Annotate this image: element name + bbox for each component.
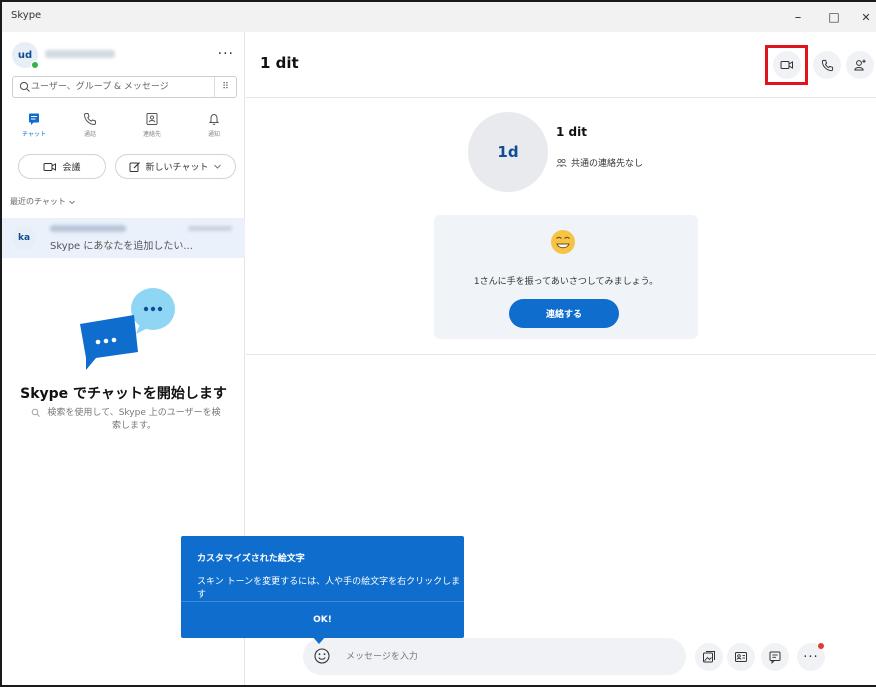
profile-more-button[interactable]: ···: [218, 46, 234, 62]
tip-ok-button[interactable]: OK!: [181, 602, 464, 638]
compose-icon: [129, 161, 140, 172]
phone-icon: [83, 113, 96, 126]
chevron-down-icon: [69, 200, 76, 204]
search-box[interactable]: ⠿: [12, 76, 237, 98]
tab-notifications[interactable]: 通知: [192, 110, 236, 150]
dialpad-icon[interactable]: ⠿: [214, 77, 236, 97]
tip-pointer: [312, 636, 326, 644]
empty-state-subtitle-text: 検索を使用して、Skype 上のユーザーを検索します。: [47, 408, 221, 431]
profile-name-redacted: [45, 50, 115, 58]
audio-call-button[interactable]: [813, 51, 841, 79]
message-composer[interactable]: [303, 638, 686, 675]
contact-card-icon: [735, 652, 747, 662]
search-icon: [31, 408, 40, 417]
tab-contacts-label: 連絡先: [142, 131, 161, 138]
wave-emoji-icon[interactable]: [550, 229, 576, 255]
chat-list-item[interactable]: ka Skype にあなたを追加したい...: [2, 218, 245, 258]
more-options-label: ···: [803, 649, 819, 665]
contacts-icon: [146, 113, 158, 125]
phone-icon: [821, 59, 833, 71]
empty-state-title: Skype でチャットを開始します: [20, 386, 227, 402]
video-icon: [43, 162, 57, 171]
chevron-down-icon: [214, 164, 222, 169]
emoji-tip-popup: カスタマイズされた絵文字 スキン トーンを変更するには、人や手の絵文字を右クリッ…: [181, 536, 464, 644]
nav-tabs: チャット 通話 連絡先 通知: [12, 110, 237, 150]
minimize-button[interactable]: –: [780, 2, 816, 32]
tip-body: スキン トーンを変更するには、人や手の絵文字を右クリックします: [197, 577, 461, 600]
new-chat-label: 新しいチャット: [145, 163, 209, 173]
more-options-button[interactable]: ···: [797, 643, 825, 671]
search-input[interactable]: [31, 79, 211, 95]
meeting-label: 会議: [62, 163, 81, 173]
wave-card: 1さんに手を振ってあいさつしてみましょう。 連絡する: [434, 215, 698, 339]
contact-button[interactable]: 連絡する: [509, 299, 619, 328]
tip-title: カスタマイズされた絵文字: [197, 554, 305, 564]
add-people-button[interactable]: [846, 51, 874, 79]
chat-icon: [29, 113, 39, 125]
chat-icon: [769, 651, 781, 664]
people-icon: [556, 158, 567, 167]
chat-contact-name-redacted: [50, 225, 126, 232]
bell-icon: [208, 113, 220, 125]
notification-dot: [818, 643, 824, 649]
mutual-contacts: 共通の連絡先なし: [556, 156, 643, 169]
tab-contacts[interactable]: 連絡先: [130, 110, 174, 150]
profile-header[interactable]: ud ···: [12, 42, 234, 70]
recent-chats-label: 最近のチャット: [10, 197, 66, 206]
meeting-button[interactable]: 会議: [18, 154, 106, 179]
tab-chats-label: チャット: [22, 131, 46, 138]
emoji-icon[interactable]: [313, 647, 331, 665]
new-chat-button[interactable]: 新しいチャット: [115, 154, 236, 179]
conversation-title: 1 dit: [260, 54, 299, 72]
tab-notifications-label: 通知: [207, 131, 220, 138]
message-input[interactable]: [346, 648, 646, 665]
gallery-button[interactable]: [695, 643, 723, 671]
contact-name[interactable]: 1 dit: [556, 125, 587, 139]
title-bar: Skype – □ ✕: [2, 2, 876, 32]
chat-timestamp-redacted: [188, 226, 232, 231]
empty-state-subtitle: 検索を使用して、Skype 上のユーザーを検索します。: [31, 407, 224, 433]
wave-prompt: 1さんに手を振ってあいさつしてみましょう。: [473, 277, 659, 287]
send-contact-button[interactable]: [727, 643, 755, 671]
skype-window: Skype – □ ✕ ud ··· ⠿: [0, 0, 876, 687]
mutual-contacts-text: 共通の連絡先なし: [571, 159, 644, 169]
chat-bubbles-illustration: [80, 288, 175, 370]
close-button[interactable]: ✕: [848, 2, 876, 32]
add-person-icon: [854, 59, 866, 71]
tab-calls-label: 通話: [83, 131, 96, 138]
presence-online-indicator: [31, 61, 39, 69]
divider: [246, 354, 876, 355]
tab-calls[interactable]: 通話: [68, 110, 112, 150]
maximize-button[interactable]: □: [816, 2, 852, 32]
video-call-highlight-box: [765, 45, 808, 85]
image-gallery-icon: [703, 651, 715, 663]
contact-avatar[interactable]: 1d: [468, 112, 548, 192]
chat-extras-button[interactable]: [761, 643, 789, 671]
chat-avatar: ka: [12, 226, 36, 250]
chat-preview: Skype にあなたを追加したい...: [50, 241, 193, 252]
recent-chats-header[interactable]: 最近のチャット: [10, 196, 76, 207]
search-icon: [19, 81, 30, 92]
window-title: Skype: [11, 10, 42, 21]
tab-chats[interactable]: チャット: [12, 110, 56, 150]
conversation-header: 1 dit: [246, 32, 876, 98]
